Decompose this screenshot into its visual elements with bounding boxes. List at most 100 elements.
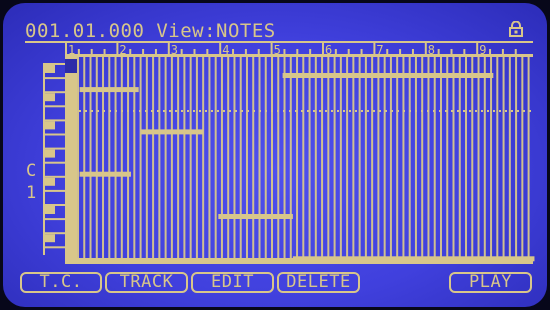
reference-dot xyxy=(379,110,381,112)
beat-tick xyxy=(103,49,106,55)
beat-tick xyxy=(489,49,492,55)
note-event[interactable] xyxy=(218,214,293,219)
step-gridline xyxy=(258,55,261,258)
step-gridline xyxy=(452,55,455,258)
reference-dot xyxy=(367,110,369,112)
beat-tick xyxy=(90,49,93,55)
piano-key[interactable] xyxy=(43,189,65,192)
reference-dot xyxy=(445,110,447,112)
black-key[interactable] xyxy=(43,65,55,73)
step-gridline xyxy=(139,55,142,258)
reference-dot xyxy=(115,110,117,112)
reference-dot xyxy=(355,110,357,112)
reference-dot xyxy=(271,110,273,112)
step-gridline xyxy=(352,55,355,258)
step-gridline xyxy=(102,55,105,258)
piano-key[interactable] xyxy=(43,147,65,150)
black-key[interactable] xyxy=(43,93,55,102)
step-gridline xyxy=(114,55,117,258)
beat-tick xyxy=(232,49,235,55)
piano-key[interactable] xyxy=(43,175,65,178)
beat-tick xyxy=(450,49,453,55)
piano-key[interactable] xyxy=(43,105,65,108)
step-gridline xyxy=(502,55,505,258)
step-gridline xyxy=(283,55,286,258)
softkey-play[interactable]: PLAY xyxy=(449,272,532,293)
reference-dot xyxy=(511,110,513,112)
piano-key[interactable] xyxy=(43,218,65,221)
step-gridline xyxy=(414,55,417,258)
scroll-indicator[interactable] xyxy=(65,59,77,73)
step-gridline xyxy=(227,55,230,258)
piano-key[interactable] xyxy=(43,77,65,80)
step-gridline xyxy=(158,55,161,258)
reference-dot xyxy=(163,110,165,112)
reference-dot xyxy=(277,110,279,112)
reference-dot xyxy=(199,110,201,112)
piano-key[interactable] xyxy=(43,161,65,164)
beat-tick xyxy=(309,49,312,55)
note-grid[interactable]: 1 2 3 4 5 6 7 8 9 xyxy=(3,3,547,307)
reference-dot xyxy=(217,110,219,112)
beat-tick xyxy=(437,49,440,55)
step-gridline xyxy=(465,55,468,258)
black-key[interactable] xyxy=(43,149,55,158)
piano-keyboard[interactable] xyxy=(43,55,77,264)
bar-line-marker xyxy=(167,43,170,55)
note-event[interactable] xyxy=(292,256,535,262)
bar-line-marker xyxy=(373,43,376,55)
reference-dot xyxy=(235,110,237,112)
reference-dot xyxy=(343,110,345,112)
note-event[interactable] xyxy=(282,73,494,78)
reference-dot xyxy=(517,110,519,112)
note-event[interactable] xyxy=(79,171,131,177)
reference-dot xyxy=(127,110,129,112)
note-event[interactable] xyxy=(79,87,139,93)
reference-dot xyxy=(241,110,243,112)
softkey-track[interactable]: TRACK xyxy=(105,272,188,293)
step-gridline xyxy=(389,55,392,258)
reference-dot xyxy=(91,110,93,112)
piano-key[interactable] xyxy=(43,119,65,122)
reference-dot xyxy=(463,110,465,112)
bar-number: 1 xyxy=(68,43,75,57)
black-key[interactable] xyxy=(43,121,55,130)
step-gridline xyxy=(152,55,155,258)
reference-dot xyxy=(385,110,387,112)
reference-dot xyxy=(403,110,405,112)
step-gridline xyxy=(402,55,405,258)
step-gridline xyxy=(133,55,136,258)
step-gridline xyxy=(95,55,98,258)
step-gridline xyxy=(321,55,324,258)
piano-key[interactable] xyxy=(43,63,65,65)
beat-tick xyxy=(411,49,414,55)
piano-key[interactable] xyxy=(43,133,65,136)
piano-key[interactable] xyxy=(43,232,65,235)
black-key[interactable] xyxy=(43,234,55,243)
bar-line-marker xyxy=(424,43,427,55)
softkey-delete[interactable]: DELETE xyxy=(277,272,360,293)
softkey-edit[interactable]: EDIT xyxy=(191,272,274,293)
reference-dot xyxy=(151,110,153,112)
bar-number: 6 xyxy=(325,43,332,57)
piano-key[interactable] xyxy=(43,91,65,94)
reference-dot xyxy=(331,110,333,112)
reference-dot xyxy=(265,110,267,112)
piano-key[interactable] xyxy=(43,204,65,206)
black-key[interactable] xyxy=(43,177,55,186)
step-gridline xyxy=(252,55,255,258)
reference-dot xyxy=(187,110,189,112)
softkey-tc[interactable]: T.C. xyxy=(20,272,102,293)
step-gridline xyxy=(396,55,399,258)
reference-dot xyxy=(313,110,315,112)
bar-number: 5 xyxy=(274,43,281,57)
piano-key[interactable] xyxy=(43,246,65,249)
bar-number: 8 xyxy=(428,43,435,57)
note-event[interactable] xyxy=(141,129,203,135)
beat-tick xyxy=(463,49,466,55)
reference-dot xyxy=(139,110,141,112)
black-key[interactable] xyxy=(43,206,55,214)
step-gridline xyxy=(377,55,380,258)
bar-number: 4 xyxy=(222,43,229,57)
reference-dot xyxy=(121,110,123,112)
